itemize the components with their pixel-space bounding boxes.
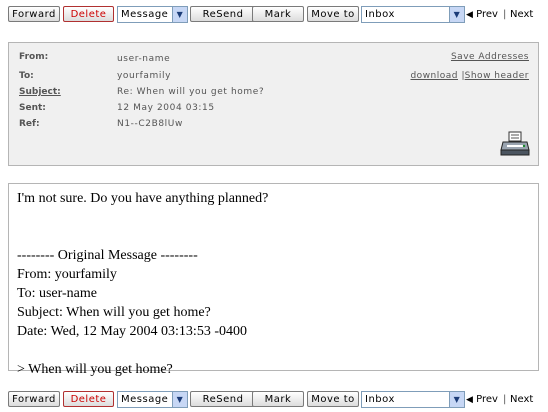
nav-separator: | [503,394,507,405]
resend-button[interactable]: ReSend [190,6,256,22]
chevron-down-icon[interactable]: ▼ [172,7,187,22]
prev-link[interactable]: ◀ Prev [466,7,498,23]
message-action-select[interactable]: Message ▼ [117,6,188,23]
from-label: From: [19,52,49,62]
sent-value: 12 May 2004 03:15 [117,103,215,113]
next-link[interactable]: Next [510,392,533,407]
ref-label: Ref: [19,119,40,129]
sent-label: Sent: [19,103,46,113]
resend-button[interactable]: ReSend [190,391,256,407]
forward-button[interactable]: Forward [8,391,60,407]
ref-value: N1--C2B8lUw [117,119,183,129]
subject-value: Re: When will you get home? [117,87,265,97]
move-to-button[interactable]: Move to [307,391,359,407]
prev-label: Prev [476,394,498,405]
message-action-value: Message [121,394,169,405]
folder-value: Inbox [365,394,395,405]
chevron-down-icon[interactable]: ▼ [449,392,464,407]
mark-button[interactable]: Mark [252,6,304,22]
folder-select[interactable]: Inbox ▼ [361,6,465,23]
to-value: yourfamily [117,71,172,81]
printer-icon[interactable] [500,131,530,157]
chevron-down-icon[interactable]: ▼ [449,7,464,22]
next-link[interactable]: Next [510,7,533,22]
mark-button[interactable]: Mark [252,391,304,407]
message-action-value: Message [121,9,169,20]
message-header: From: user-name To: yourfamily Subject: … [8,42,539,166]
subject-label: Subject: [19,87,61,97]
triangle-left-icon: ◀ [466,395,473,405]
top-toolbar: Forward Delete Message ▼ ReSend Mark Mov… [8,6,544,24]
bottom-toolbar: Forward Delete Message ▼ ReSend Mark Mov… [8,391,544,409]
prev-link[interactable]: ◀ Prev [466,392,498,408]
delete-button[interactable]: Delete [63,6,114,22]
forward-button[interactable]: Forward [8,6,60,22]
move-to-button[interactable]: Move to [307,6,359,22]
delete-button[interactable]: Delete [63,391,114,407]
save-addresses-link[interactable]: Save Addresses [451,52,529,62]
chevron-down-icon[interactable]: ▼ [172,392,187,407]
nav-separator: | [503,9,507,20]
to-label: To: [19,71,34,81]
prev-label: Prev [476,9,498,20]
download-link[interactable]: download [410,71,458,81]
message-action-select[interactable]: Message ▼ [117,391,188,408]
message-body: I'm not sure. Do you have anything plann… [8,183,539,377]
triangle-left-icon: ◀ [466,10,473,20]
from-value: user-name [117,54,171,64]
message-body-text: I'm not sure. Do you have anything plann… [17,191,269,377]
folder-value: Inbox [365,9,395,20]
folder-select[interactable]: Inbox ▼ [361,391,465,408]
show-header-link[interactable]: Show header [465,71,529,81]
